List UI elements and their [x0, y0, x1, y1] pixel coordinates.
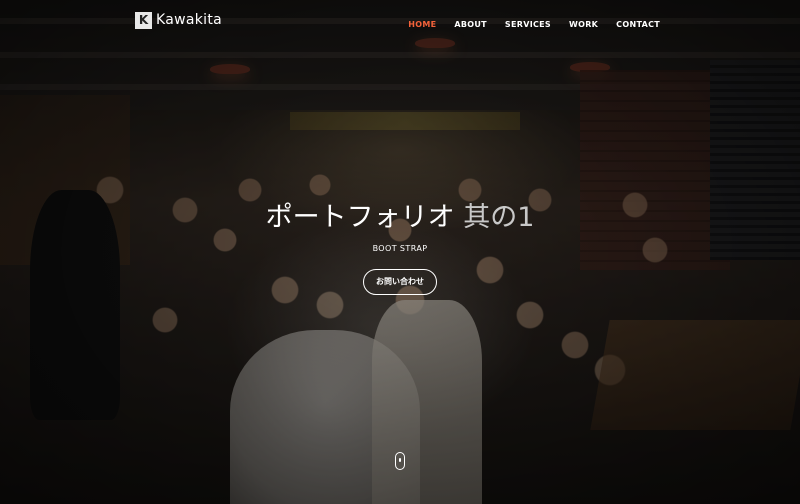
hero-subtitle: BOOT STRAP	[372, 244, 428, 253]
nav-link-home[interactable]: HOME	[408, 20, 436, 29]
nav-item-contact: CONTACT	[616, 14, 660, 32]
mouse-scroll-icon[interactable]	[395, 452, 405, 470]
nav-item-home: HOME	[408, 14, 436, 32]
hero-section: K Kawakita HOME ABOUT SERVICES WORK CONT…	[0, 0, 800, 504]
contact-button[interactable]: お問い合わせ	[363, 269, 437, 295]
navbar: K Kawakita HOME ABOUT SERVICES WORK CONT…	[0, 0, 800, 40]
hero-title-accent: 其の1	[463, 202, 535, 233]
nav-item-work: WORK	[569, 14, 598, 32]
brand-link[interactable]: K Kawakita	[135, 11, 222, 29]
brand-logo-icon: K	[135, 11, 152, 29]
nav-link-contact[interactable]: CONTACT	[616, 20, 660, 29]
nav-item-about: ABOUT	[454, 14, 487, 32]
hero-title-main: ポートフォリオ	[265, 202, 464, 233]
brand-name: Kawakita	[156, 12, 223, 28]
nav-menu: HOME ABOUT SERVICES WORK CONTACT	[408, 14, 660, 32]
nav-link-services[interactable]: SERVICES	[505, 20, 551, 29]
nav-item-services: SERVICES	[505, 14, 551, 32]
nav-link-about[interactable]: ABOUT	[454, 20, 487, 29]
scroll-wheel	[399, 458, 401, 462]
hero-title: ポートフォリオ 其の1	[0, 198, 800, 238]
nav-link-work[interactable]: WORK	[569, 20, 598, 29]
hero-content: ポートフォリオ 其の1 BOOT STRAP お問い合わせ	[0, 198, 800, 295]
